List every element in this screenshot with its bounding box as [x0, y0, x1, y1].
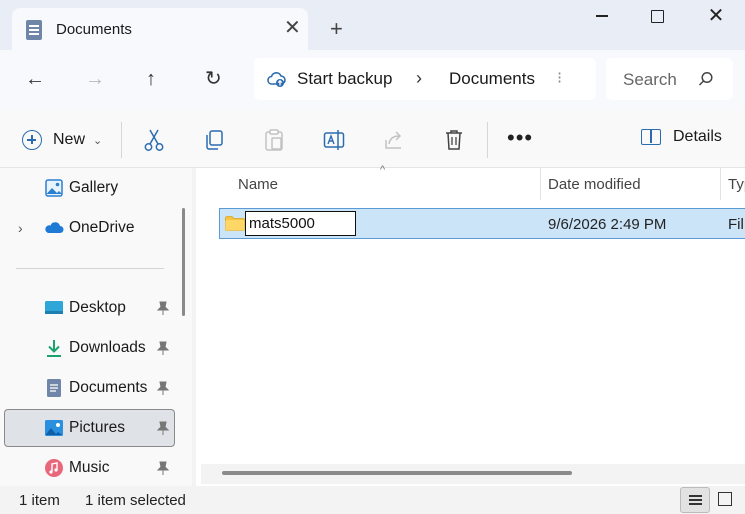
tab-title: Documents [56, 21, 132, 38]
document-icon [26, 20, 42, 40]
sidebar-item-label: Desktop [69, 299, 126, 316]
rename-input[interactable]: mats5000 [245, 211, 356, 236]
details-view-button[interactable] [680, 487, 710, 513]
breadcrumb-overflow[interactable]: ⁝ [557, 68, 562, 88]
sidebar-item-label: Music [69, 459, 110, 476]
toolbar-divider [121, 122, 122, 158]
rename-icon[interactable] [323, 128, 345, 152]
sidebar-item-label: OneDrive [69, 219, 135, 236]
breadcrumb-documents[interactable]: Documents [449, 69, 535, 89]
sidebar-item-downloads[interactable]: Downloads [4, 329, 175, 367]
details-pane-icon [641, 129, 661, 145]
plus-icon [22, 130, 42, 150]
column-header-date-modified[interactable]: Date modified [548, 176, 641, 193]
sidebar-item-pictures[interactable]: Pictures [4, 409, 175, 447]
sidebar-item-music[interactable]: Music [4, 449, 175, 487]
sidebar-divider [16, 268, 164, 269]
sort-ascending-icon: ^ [380, 164, 386, 176]
new-tab-button[interactable]: + [330, 18, 343, 40]
row-type: Fil [728, 216, 744, 233]
details-button[interactable]: Details [641, 128, 722, 146]
column-header-type[interactable]: Typ [728, 176, 745, 193]
sidebar-item-label: Pictures [69, 419, 125, 436]
table-row[interactable]: mats5000 9/6/2026 2:49 PM Fil [219, 208, 745, 239]
copy-icon[interactable] [203, 128, 225, 152]
back-button[interactable]: ← [25, 68, 45, 90]
music-icon [45, 459, 63, 477]
pin-icon [157, 301, 169, 315]
more-options-button[interactable]: ••• [507, 127, 533, 149]
sidebar-item-gallery[interactable]: Gallery [4, 169, 175, 207]
up-button[interactable]: ↑ [146, 68, 156, 90]
sidebar-item-documents[interactable]: Documents [4, 369, 175, 407]
new-label: New [53, 131, 86, 148]
address-bar[interactable]: Start backup › Documents ⁝ [254, 58, 596, 100]
pin-icon [157, 461, 169, 475]
close-window-button[interactable]: ✕ [703, 4, 729, 28]
pictures-icon [45, 420, 63, 436]
pin-icon [157, 381, 169, 395]
gallery-icon [45, 179, 63, 197]
cut-icon[interactable] [143, 128, 165, 152]
pin-icon [157, 421, 169, 435]
forward-button[interactable]: → [85, 68, 105, 90]
command-bar [0, 110, 745, 168]
sidebar-scrollbar[interactable] [182, 208, 185, 316]
item-count: 1 item [19, 492, 60, 509]
sidebar-item-desktop[interactable]: Desktop [4, 289, 175, 327]
search-box[interactable]: Search [606, 58, 733, 100]
sidebar-item-label: Gallery [69, 179, 119, 196]
paste-icon[interactable] [263, 128, 285, 152]
search-icon [698, 71, 713, 86]
downloads-icon [47, 340, 61, 357]
breadcrumb-separator[interactable]: › [416, 68, 422, 89]
share-icon[interactable] [383, 128, 405, 152]
tab-close-button[interactable]: ✕ [284, 18, 301, 38]
horizontal-scrollbar[interactable] [222, 471, 572, 475]
refresh-button[interactable]: ↻ [205, 68, 222, 90]
cloud-backup-icon[interactable] [266, 70, 286, 88]
column-divider[interactable] [540, 168, 541, 200]
search-placeholder: Search [623, 70, 677, 89]
start-backup-link[interactable]: Start backup [297, 69, 392, 89]
row-date-modified: 9/6/2026 2:49 PM [548, 216, 667, 233]
sidebar-item-label: Downloads [69, 339, 146, 356]
selection-count: 1 item selected [85, 492, 186, 509]
tiles-view-button[interactable] [718, 492, 732, 506]
pin-icon [157, 341, 169, 355]
chevron-down-icon: ⌄ [93, 134, 103, 147]
column-header-name[interactable]: Name [238, 176, 278, 193]
folder-icon [225, 216, 245, 231]
minimize-button[interactable] [590, 4, 616, 28]
column-divider[interactable] [720, 168, 721, 200]
sidebar-item-label: Documents [69, 379, 148, 396]
tab-documents[interactable]: Documents ✕ [12, 8, 308, 50]
maximize-button[interactable] [645, 4, 671, 28]
toolbar-divider [487, 122, 488, 158]
documents-icon [47, 379, 61, 397]
new-button[interactable]: New ⌄ [22, 128, 102, 152]
onedrive-icon [45, 222, 64, 233]
details-label: Details [673, 128, 722, 145]
sidebar-item-onedrive[interactable]: OneDrive [4, 209, 175, 247]
delete-icon[interactable] [443, 128, 465, 152]
desktop-icon [45, 301, 63, 314]
